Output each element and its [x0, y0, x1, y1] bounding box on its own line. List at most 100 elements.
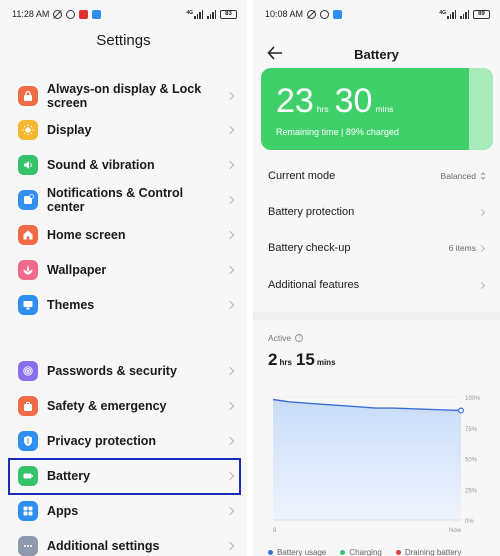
usage-area	[273, 399, 461, 520]
safety-icon	[18, 396, 38, 416]
status-time: 11:28 AM	[12, 9, 50, 19]
settings-item-passwords-security[interactable]: Passwords & security	[0, 356, 247, 386]
signal-icon: 4G	[439, 9, 456, 19]
notification-icon	[18, 190, 38, 210]
dnd-icon	[307, 9, 317, 19]
signal-icon: 4G	[186, 9, 203, 19]
chevron-right-icon	[477, 281, 486, 289]
settings-item-privacy-protection[interactable]: Privacy protection	[0, 426, 247, 456]
up-down-chevron-icon	[480, 172, 486, 180]
settings-item-display[interactable]: Display	[0, 115, 247, 145]
active-hours-unit: hrs	[279, 358, 292, 367]
row-label: Battery check-up	[268, 242, 351, 254]
active-mins: 15	[295, 350, 315, 369]
signal-icon	[460, 9, 469, 19]
section-divider	[253, 312, 500, 320]
chevron-right-icon	[225, 230, 235, 240]
settings-item-label: Privacy protection	[47, 434, 157, 448]
active-mins-unit: mins	[316, 358, 336, 367]
chevron-right-icon	[225, 366, 235, 376]
page-title: Battery	[354, 46, 399, 62]
row-label: Current mode	[268, 170, 336, 182]
settings-item-themes[interactable]: Themes	[0, 290, 247, 320]
chevron-right-icon	[477, 244, 486, 252]
remaining-mins: 30	[334, 82, 373, 120]
mode-value: Balanced	[440, 171, 476, 181]
active-hours: 2	[268, 350, 278, 369]
flower-icon	[18, 260, 38, 280]
chevron-right-icon	[225, 125, 235, 135]
battery-checkup-row[interactable]: Battery check-up 6 items	[253, 230, 500, 266]
shield-icon	[18, 431, 38, 451]
settings-item-label: Notifications & Control center	[47, 186, 184, 214]
sun-icon	[18, 120, 38, 140]
legend-item: Battery usage	[268, 548, 326, 556]
row-label: Additional features	[268, 279, 360, 291]
battery-status-icon: 83	[220, 9, 237, 19]
settings-item-label: Display	[47, 123, 92, 137]
battery-screen: 10:08 AM 4G 89 Battery 23 hrs 30 mins Re…	[253, 0, 500, 556]
battery-usage-chart: 100% 75% 50% 25% 0% 8 Now	[272, 396, 481, 534]
app-notification-icon	[92, 9, 102, 19]
settings-item-apps[interactable]: Apps	[0, 496, 247, 526]
settings-item-label: Home screen	[47, 228, 126, 242]
row-label: Battery protection	[268, 206, 355, 218]
chevron-right-icon	[225, 541, 235, 551]
active-time: 2 hrs 15 mins	[268, 350, 340, 370]
status-bar: 11:28 AM 4G 83	[0, 0, 247, 28]
additional-features-row[interactable]: Additional features	[253, 267, 500, 303]
settings-item-label: Always-on display & Lock screen	[47, 82, 202, 110]
y-tick-label: 50%	[465, 458, 478, 464]
y-tick-label: 75%	[465, 427, 478, 433]
battery-protection-row[interactable]: Battery protection	[253, 194, 500, 230]
dnd-icon	[53, 9, 63, 19]
hours-unit: hrs	[316, 104, 329, 114]
y-tick-label: 0%	[465, 519, 474, 525]
battery-status-icon: 89	[473, 9, 490, 19]
help-icon[interactable]: ?	[295, 334, 304, 342]
remaining-subtitle: Remaining time | 89% charged	[276, 127, 399, 137]
chart-legend: Battery usage Charging Draining battery	[268, 548, 461, 556]
battery-highlight-box	[8, 458, 241, 495]
legend-item: Draining battery	[395, 548, 461, 556]
battery-level-bar	[469, 68, 493, 150]
battery-remaining-card: 23 hrs 30 mins Remaining time | 89% char…	[261, 68, 493, 150]
settings-item-notifications-control-center[interactable]: Notifications & Control center	[0, 185, 247, 215]
current-mode-row[interactable]: Current mode Balanced	[253, 158, 500, 194]
home-icon	[18, 225, 38, 245]
chevron-right-icon	[225, 91, 235, 101]
settings-item-additional-settings[interactable]: Additional settings	[0, 531, 247, 556]
chevron-right-icon	[225, 436, 235, 446]
alarm-icon	[66, 9, 76, 19]
x-tick-label: 8	[273, 528, 277, 534]
app-notification-icon	[333, 9, 343, 19]
settings-item-label: Themes	[47, 298, 95, 312]
current-point	[458, 407, 465, 414]
legend-dot	[395, 550, 401, 555]
settings-item-wallpaper[interactable]: Wallpaper	[0, 255, 247, 285]
settings-item-label: Additional settings	[47, 539, 160, 553]
active-label: Active ?	[268, 333, 304, 343]
chevron-right-icon	[225, 265, 235, 275]
settings-item-label: Apps	[47, 504, 79, 518]
chevron-right-icon	[477, 208, 486, 216]
settings-item-label: Safety & emergency	[47, 399, 167, 413]
apps-icon	[18, 501, 38, 521]
page-title: Settings	[96, 32, 151, 49]
settings-item-safety-emergency[interactable]: Safety & emergency	[0, 391, 247, 421]
legend-item: Charging	[340, 548, 382, 556]
alarm-icon	[320, 9, 330, 19]
legend-dot	[340, 550, 346, 555]
settings-item-sound-vibration[interactable]: Sound & vibration	[0, 150, 247, 180]
x-tick-label: Now	[449, 528, 462, 534]
chevron-right-icon	[225, 160, 235, 170]
chevron-right-icon	[225, 195, 235, 205]
chevron-right-icon	[225, 506, 235, 516]
settings-item-always-on-display-lock-screen[interactable]: Always-on display & Lock screen	[0, 80, 247, 112]
fingerprint-icon	[18, 361, 38, 381]
settings-item-home-screen[interactable]: Home screen	[0, 220, 247, 250]
settings-item-label: Passwords & security	[47, 364, 177, 378]
back-arrow-icon[interactable]	[267, 46, 283, 60]
themes-icon	[18, 295, 38, 315]
legend-dot	[268, 550, 273, 555]
